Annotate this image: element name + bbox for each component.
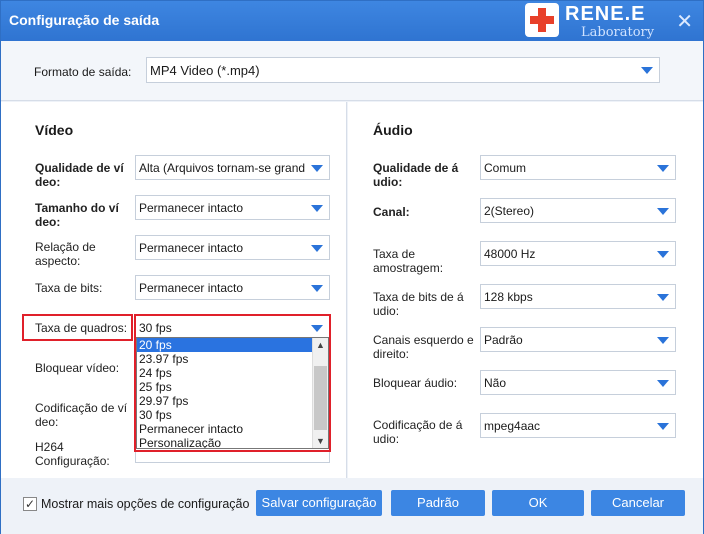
lock-audio-label: Bloquear áudio: <box>373 376 458 390</box>
lock-audio-value: Não <box>484 376 507 390</box>
video-size-label-2: deo: <box>35 215 61 229</box>
chevron-down-icon <box>311 245 323 252</box>
audio-quality-select[interactable]: Comum <box>480 155 676 180</box>
highlight-framerate-dropdown <box>134 314 331 452</box>
samplerate-label-2: amostragem: <box>373 261 444 275</box>
samplerate-select[interactable]: 48000 Hz <box>480 241 676 266</box>
cancel-button[interactable]: Cancelar <box>591 490 685 516</box>
audio-quality-label-2: udio: <box>373 175 403 189</box>
h264-label-2: Configuração: <box>35 454 110 468</box>
h264-label-1: H264 <box>35 440 64 454</box>
video-quality-select[interactable]: Alta (Arquivos tornam-se grand <box>135 155 330 180</box>
video-bitrate-value: Permanecer intacto <box>139 281 244 295</box>
aspect-value: Permanecer intacto <box>139 241 244 255</box>
chevron-down-icon <box>657 208 669 215</box>
medical-cross-icon <box>525 3 559 37</box>
default-button[interactable]: Padrão <box>391 490 485 516</box>
audio-bitrate-label-1: Taxa de bits de á <box>373 290 464 304</box>
channel-value: 2(Stereo) <box>484 204 535 218</box>
video-size-select[interactable]: Permanecer intacto <box>135 195 330 220</box>
logo-subtitle: Laboratory <box>581 25 655 40</box>
more-options-checkbox[interactable]: ✓ <box>23 497 37 511</box>
samplerate-label-1: Taxa de <box>373 247 416 261</box>
chevron-down-icon <box>657 251 669 258</box>
highlight-framerate-label <box>22 314 133 341</box>
chevron-down-icon <box>657 423 669 430</box>
video-size-value: Permanecer intacto <box>139 201 244 215</box>
audio-codec-label-1: Codificação de á <box>373 418 463 432</box>
channel-select[interactable]: 2(Stereo) <box>480 198 676 223</box>
audio-section-title: Áudio <box>373 122 413 138</box>
lr-channels-label-1: Canais esquerdo e <box>373 333 474 347</box>
audio-bitrate-value: 128 kbps <box>484 290 533 304</box>
lock-video-label: Bloquear vídeo: <box>35 361 120 375</box>
video-bitrate-label: Taxa de bits: <box>35 281 103 295</box>
dialog-title: Configuração de saída <box>9 12 160 28</box>
lock-audio-select[interactable]: Não <box>480 370 676 395</box>
chevron-down-icon <box>311 285 323 292</box>
video-section-title: Vídeo <box>35 122 74 138</box>
save-config-button[interactable]: Salvar configuração <box>256 490 382 516</box>
format-value: MP4 Video (*.mp4) <box>150 63 260 78</box>
samplerate-value: 48000 Hz <box>484 247 536 261</box>
logo-title: RENE.E <box>565 3 646 25</box>
aspect-label-1: Relação de <box>35 240 96 254</box>
chevron-down-icon <box>657 294 669 301</box>
chevron-down-icon <box>657 165 669 172</box>
ok-button[interactable]: OK <box>492 490 584 516</box>
chevron-down-icon <box>311 205 323 212</box>
title-bar: Configuração de saída RENE.E Laboratory … <box>1 1 703 41</box>
audio-quality-label-1: Qualidade de á <box>373 161 459 175</box>
chevron-down-icon <box>657 380 669 387</box>
video-codec-label-2: deo: <box>35 415 59 429</box>
output-settings-dialog: Configuração de saída RENE.E Laboratory … <box>0 0 704 534</box>
audio-bitrate-select[interactable]: 128 kbps <box>480 284 676 309</box>
audio-panel: Áudio Qualidade de á udio: Comum Canal: … <box>348 102 703 478</box>
video-quality-label-2: deo: <box>35 175 61 189</box>
audio-bitrate-label-2: udio: <box>373 304 400 318</box>
format-row: Formato de saída: MP4 Video (*.mp4) <box>1 41 703 101</box>
chevron-down-icon <box>641 67 653 74</box>
format-select[interactable]: MP4 Video (*.mp4) <box>146 57 660 83</box>
brand-logo: RENE.E Laboratory <box>525 3 665 40</box>
more-options-label[interactable]: Mostrar mais opções de configuração <box>41 497 249 511</box>
close-icon[interactable]: ✕ <box>676 9 693 34</box>
lr-channels-label-2: direito: <box>373 347 410 361</box>
chevron-down-icon <box>657 337 669 344</box>
chevron-down-icon <box>311 165 323 172</box>
video-quality-value: Alta (Arquivos tornam-se grand <box>139 161 306 175</box>
video-size-label-1: Tamanho do ví <box>35 201 119 215</box>
video-bitrate-select[interactable]: Permanecer intacto <box>135 275 330 300</box>
format-label: Formato de saída: <box>34 65 132 79</box>
video-codec-label-1: Codificação de ví <box>35 401 128 415</box>
audio-codec-value: mpeg4aac <box>484 419 541 433</box>
lr-channels-value: Padrão <box>484 333 523 347</box>
audio-codec-select[interactable]: mpeg4aac <box>480 413 676 438</box>
footer-bar: ✓ Mostrar mais opções de configuração Sa… <box>1 478 703 534</box>
aspect-label-2: aspecto: <box>35 254 81 268</box>
audio-quality-value: Comum <box>484 161 527 175</box>
video-quality-label-1: Qualidade de ví <box>35 161 124 175</box>
aspect-select[interactable]: Permanecer intacto <box>135 235 330 260</box>
lr-channels-select[interactable]: Padrão <box>480 327 676 352</box>
channel-label: Canal: <box>373 205 410 219</box>
audio-codec-label-2: udio: <box>373 432 400 446</box>
